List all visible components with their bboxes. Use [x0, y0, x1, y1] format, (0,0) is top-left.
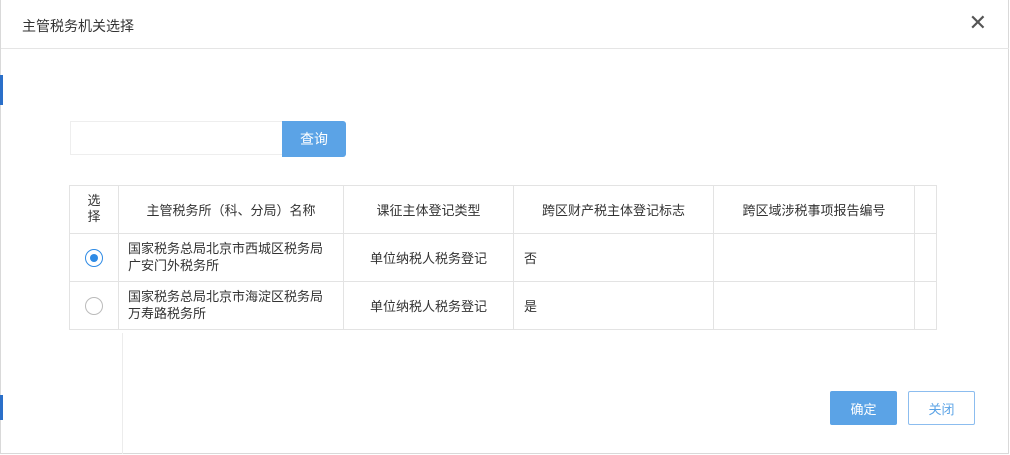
filler-cell — [914, 233, 937, 282]
cross-region-flag: 否 — [513, 233, 714, 282]
divider — [122, 333, 123, 454]
report-number — [713, 281, 915, 330]
dialog-header: 主管税务机关选择 ✕ — [1, 0, 1009, 49]
row-select-cell[interactable] — [69, 233, 119, 282]
column-header-type: 课征主体登记类型 — [343, 185, 514, 234]
radio-selected[interactable] — [85, 248, 103, 267]
column-header-filler — [914, 185, 937, 234]
table-header-row: 选择 主管税务所（科、分局）名称 课征主体登记类型 跨区财产税主体登记标志 跨区… — [69, 185, 937, 234]
column-header-select: 选择 — [69, 185, 119, 234]
tax-office-name: 国家税务总局北京市海淀区税务局万寿路税务所 — [118, 281, 344, 330]
column-header-flag: 跨区财产税主体登记标志 — [513, 185, 714, 234]
table-row[interactable]: 国家税务总局北京市海淀区税务局万寿路税务所 单位纳税人税务登记 是 — [69, 281, 937, 330]
background-edge-marker — [0, 75, 3, 105]
dialog-title: 主管税务机关选择 — [22, 19, 134, 35]
registration-type: 单位纳税人税务登记 — [343, 233, 514, 282]
column-header-name: 主管税务所（科、分局）名称 — [118, 185, 344, 234]
table-row[interactable]: 国家税务总局北京市西城区税务局广安门外税务所 单位纳税人税务登记 否 — [69, 233, 937, 282]
search-button[interactable]: 查询 — [282, 121, 346, 157]
row-select-cell[interactable] — [69, 281, 119, 330]
registration-type: 单位纳税人税务登记 — [343, 281, 514, 330]
tax-office-table: 选择 主管税务所（科、分局）名称 课征主体登记类型 跨区财产税主体登记标志 跨区… — [69, 185, 937, 330]
close-button[interactable]: 关闭 — [908, 391, 975, 425]
close-icon[interactable]: ✕ — [969, 12, 987, 36]
cross-region-flag: 是 — [513, 281, 714, 330]
background-edge-marker — [0, 395, 3, 420]
confirm-button[interactable]: 确定 — [830, 391, 897, 425]
column-header-report-number: 跨区域涉税事项报告编号 — [713, 185, 915, 234]
filler-cell — [914, 281, 937, 330]
report-number — [713, 233, 915, 282]
search-input[interactable] — [70, 121, 282, 155]
tax-office-name: 国家税务总局北京市西城区税务局广安门外税务所 — [118, 233, 344, 282]
column-header-select-label: 选择 — [87, 193, 101, 225]
radio-unselected[interactable] — [85, 296, 103, 315]
